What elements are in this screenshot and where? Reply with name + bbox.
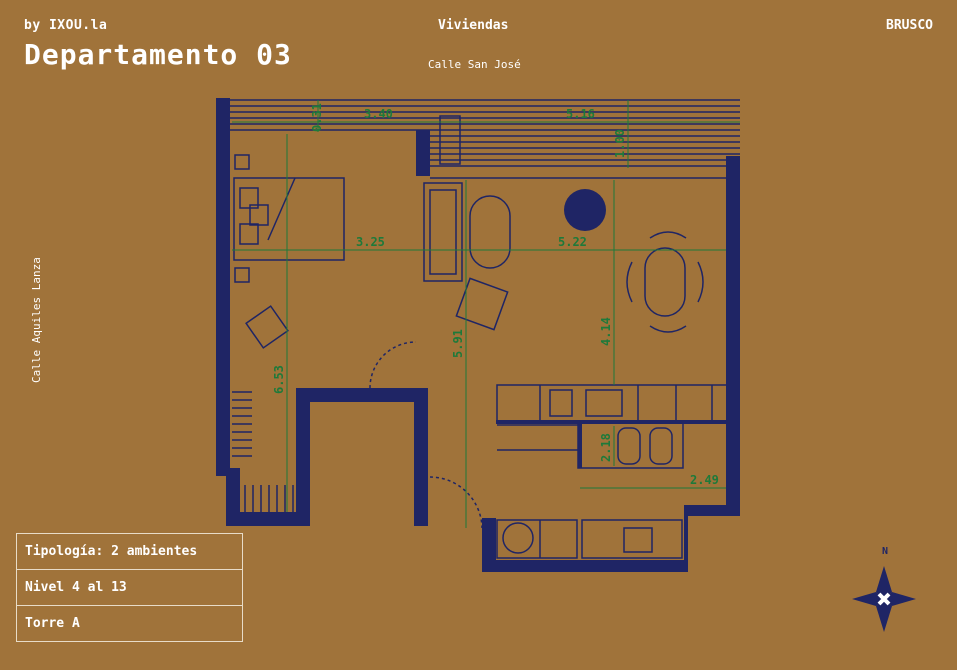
dim-label: 2.18 [599,433,613,462]
dim-label: 1.00 [613,129,627,158]
walls [216,98,740,572]
dim-label: 2.49 [690,473,719,487]
compass-icon: N [852,546,916,632]
dining-table [644,247,686,317]
tower-row: Torre A [25,616,80,631]
dim-label: 5.16 [566,107,595,121]
dim-label: 6.53 [272,365,286,394]
dim-label: 5.22 [558,235,587,249]
typology-row: Tipología: 2 ambientes [17,534,242,570]
dim-label: 5.91 [451,329,465,358]
desk-chair [245,305,289,349]
unit-info-table: Tipología: 2 ambientes Nivel 4 al 13 Tor… [16,533,243,642]
dim-label: 0.31 [310,103,324,132]
bathroom [577,422,684,469]
dim-label: 3.25 [356,235,385,249]
armchair [455,277,509,331]
dim-label: 3.40 [364,107,393,121]
balcony-hatching [230,99,740,167]
coffee-table [469,195,511,269]
compass-north-label: N [882,546,888,557]
level-row: Nivel 4 al 13 [17,570,242,606]
dim-label: 4.14 [599,317,613,346]
